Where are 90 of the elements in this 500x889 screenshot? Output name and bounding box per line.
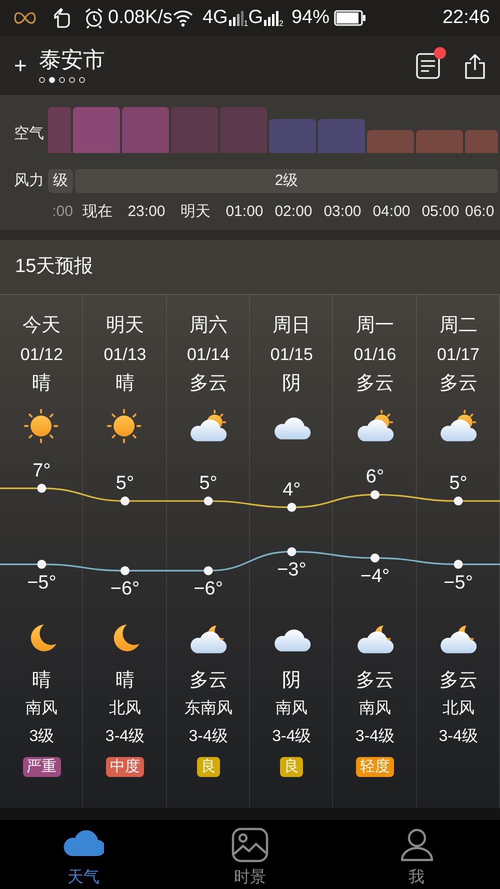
temperature-label: 5° xyxy=(199,473,218,494)
hour-label: :00 xyxy=(51,202,73,222)
date-label: 01/16 xyxy=(354,344,396,366)
hour-label: 23:00 xyxy=(126,202,166,222)
day-name: 周日 xyxy=(272,314,311,338)
infinity-icon xyxy=(14,11,36,25)
wind-level: 3-4级 xyxy=(355,727,395,747)
weather-label: 晴 xyxy=(115,372,134,396)
date-label: 01/15 xyxy=(270,344,313,366)
wind-level: 3-4级 xyxy=(188,727,228,747)
wind-direction: 东南风 xyxy=(184,698,232,719)
air-quality-tag: 轻度 xyxy=(356,757,394,777)
air-quality-label: 空气 xyxy=(13,124,45,144)
wind-level: 3级 xyxy=(29,727,54,747)
temperature-label: 7° xyxy=(32,460,51,482)
news-button[interactable] xyxy=(416,52,440,78)
date-label: 01/13 xyxy=(104,344,146,366)
weather-label: 晴 xyxy=(115,669,134,693)
day-name: 周一 xyxy=(356,314,394,338)
day-name: 今天 xyxy=(22,314,61,338)
wind-level: 3-4级 xyxy=(272,727,312,747)
wind-direction: 南风 xyxy=(358,698,391,719)
weather-label: 多云 xyxy=(356,372,394,396)
picture-icon xyxy=(229,826,271,864)
wind-level: 3-4级 xyxy=(105,727,145,747)
network-type: G xyxy=(248,6,264,30)
network-speed: 0.08K/s xyxy=(108,6,172,30)
weather-label: 阴 xyxy=(282,372,302,396)
sim-number: 1 xyxy=(244,18,248,30)
battery-icon xyxy=(334,10,366,26)
nav-tab[interactable]: 天气 xyxy=(0,820,167,889)
weather-label: 多云 xyxy=(439,372,478,396)
hour-label: 现在 xyxy=(82,202,114,222)
air-quality-tag: 良 xyxy=(280,757,304,777)
clock-time: 22:46 xyxy=(442,6,490,30)
weather-label: 多云 xyxy=(356,669,394,693)
temperature-label: −6° xyxy=(194,578,223,600)
hour-label: 02:00 xyxy=(274,202,314,222)
wind-force-label: 风力 xyxy=(13,170,45,191)
temperature-label: 5° xyxy=(449,473,468,494)
weather-label: 多云 xyxy=(439,669,478,693)
temperature-label: −3° xyxy=(277,560,306,581)
temperature-label: 5° xyxy=(116,473,134,494)
date-label: 01/17 xyxy=(437,344,480,366)
wind-direction: 南风 xyxy=(276,698,308,719)
temperature-label: −6° xyxy=(110,578,140,600)
section-title: 15天预报 xyxy=(15,254,94,279)
hand-icon xyxy=(52,7,72,29)
hour-label: 05:00 xyxy=(420,202,460,222)
air-quality-tag: 严重 xyxy=(22,757,61,777)
hour-label: 03:00 xyxy=(322,202,362,222)
day-name: 周二 xyxy=(439,314,478,338)
temperature-label: 6° xyxy=(366,466,384,488)
air-quality-tag: 良 xyxy=(196,757,220,777)
temperature-label: 4° xyxy=(282,479,301,500)
date-label: 01/14 xyxy=(187,344,230,366)
weather-label: 晴 xyxy=(32,372,52,396)
battery-percent: 94% xyxy=(291,6,330,30)
wind-level-segment: 级 xyxy=(48,169,73,193)
air-quality-tag: 中度 xyxy=(106,757,144,777)
temperature-label: −5° xyxy=(27,572,56,594)
wind-direction: 南风 xyxy=(26,698,58,719)
wifi-icon xyxy=(172,9,194,27)
day-name: 明天 xyxy=(106,314,144,338)
network-type: 4G xyxy=(202,6,228,30)
weather-label: 阴 xyxy=(282,669,302,693)
wind-level-segment: 2级 xyxy=(75,169,498,193)
alarm-clock-icon xyxy=(84,7,104,29)
wind-level: 3-4级 xyxy=(438,727,478,747)
day-name: 周六 xyxy=(189,314,228,338)
signal-icon xyxy=(228,10,244,26)
add-city-button[interactable]: + xyxy=(14,54,27,76)
temperature-label: −4° xyxy=(360,566,390,587)
weather-label: 多云 xyxy=(189,669,228,693)
weather-label: 晴 xyxy=(32,669,52,693)
hour-label: 04:00 xyxy=(372,202,412,222)
share-button[interactable] xyxy=(464,52,486,78)
nav-tab[interactable]: 时景 xyxy=(166,820,334,889)
hour-label: 01:00 xyxy=(224,202,264,222)
weather-label: 多云 xyxy=(189,372,228,396)
wind-direction: 北风 xyxy=(442,698,474,719)
temperature-label: −5° xyxy=(444,572,473,594)
date-label: 01/12 xyxy=(20,344,63,366)
signal-icon xyxy=(263,10,280,26)
hour-label: 明天 xyxy=(180,202,212,222)
hour-label: 06:0 xyxy=(465,202,496,222)
nav-tab[interactable]: 我 xyxy=(333,820,500,889)
city-name: 泰安市 xyxy=(38,48,105,73)
wind-direction: 北风 xyxy=(108,698,141,719)
sim-number: 2 xyxy=(279,18,284,30)
